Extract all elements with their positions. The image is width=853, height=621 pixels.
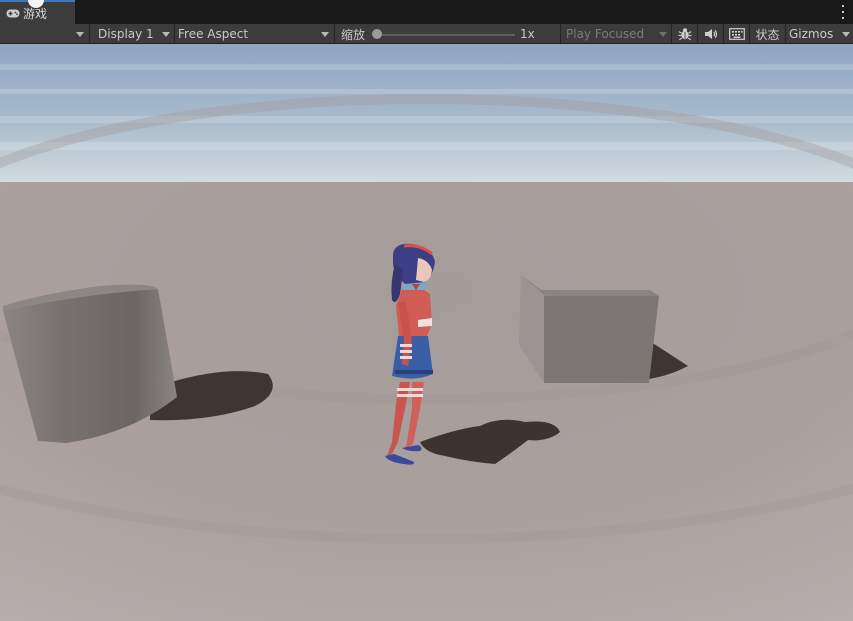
cube-object [519, 275, 659, 383]
scale-slider-thumb[interactable] [372, 29, 382, 39]
play-mode-dropdown[interactable]: Play Focused [561, 24, 671, 44]
chevron-down-icon [321, 32, 329, 37]
aspect-label: Free Aspect [178, 27, 249, 41]
gamepad-icon [6, 8, 20, 18]
scale-value-text: 1x [520, 27, 535, 41]
game-view-window: 游戏 Display 1 Free Aspect 缩放 1x Play Focu… [0, 0, 853, 621]
display-dropdown[interactable]: Display 1 [90, 24, 174, 44]
gizmos-label: Gizmos [789, 27, 834, 41]
gizmos-dropdown[interactable]: Gizmos [786, 24, 853, 44]
scale-label-text: 缩放 [341, 27, 366, 42]
scale-value: 1x [520, 24, 550, 44]
game-viewport[interactable] [0, 44, 853, 621]
chevron-down-icon [659, 32, 667, 37]
bug-icon[interactable] [673, 24, 697, 44]
kebab-menu-icon[interactable] [841, 5, 845, 19]
scale-label: 缩放 [341, 24, 371, 44]
stats-button[interactable]: 状态 [750, 24, 785, 44]
game-toolbar: Display 1 Free Aspect 缩放 1x Play Focused [0, 24, 853, 44]
tab-bar: 游戏 [0, 0, 853, 24]
game-view-mode-dropdown[interactable] [0, 24, 89, 44]
scale-slider-track[interactable] [376, 34, 515, 36]
speaker-icon[interactable] [699, 24, 723, 44]
play-mode-label: Play Focused [566, 27, 645, 41]
chevron-down-icon [162, 32, 170, 37]
keyboard-grid-icon[interactable] [725, 24, 749, 44]
aspect-dropdown[interactable]: Free Aspect [175, 24, 334, 44]
chevron-down-icon [76, 31, 84, 37]
chevron-down-icon [842, 32, 850, 37]
display-label: Display 1 [98, 27, 154, 41]
stats-label: 状态 [755, 27, 780, 42]
